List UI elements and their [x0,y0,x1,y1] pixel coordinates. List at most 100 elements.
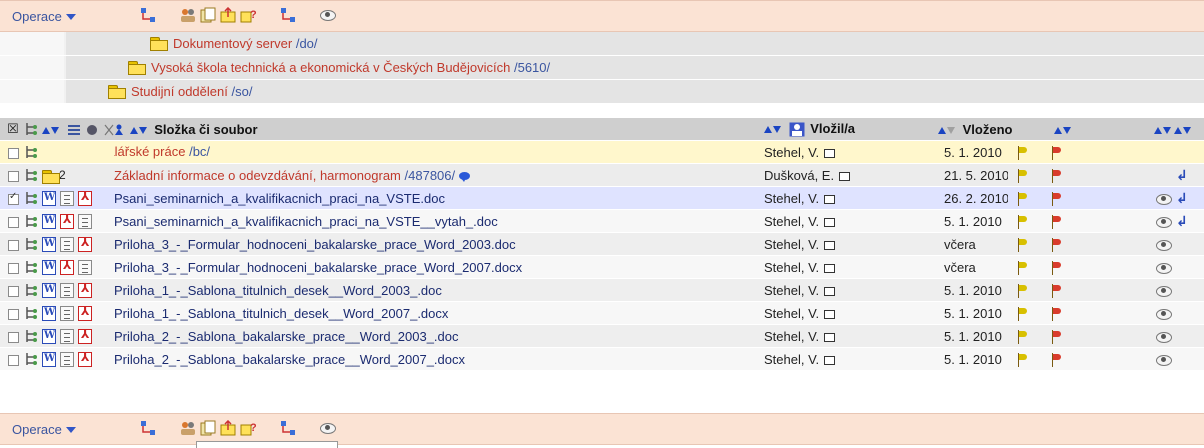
contact-icon[interactable] [819,306,836,321]
eye-icon[interactable] [320,9,336,21]
column-date[interactable]: Vloženo [963,122,1013,137]
flag-icon[interactable] [1016,191,1028,206]
eye-icon[interactable] [1156,354,1172,366]
flag-icon[interactable] [1016,352,1028,367]
column-name[interactable]: Složka či soubor [154,122,257,137]
eye-icon[interactable] [320,422,336,434]
contact-icon[interactable] [834,168,851,183]
document-icon[interactable] [60,352,74,368]
list-item[interactable]: Bakalářské práce /bc/ [114,144,210,159]
file-name[interactable]: Priloha_2_-_Sablona_bakalarske_prace__Wo… [114,329,459,344]
contact-icon[interactable] [819,260,836,275]
contact-icon[interactable] [824,240,836,250]
flag-icon[interactable] [1016,168,1028,183]
path-item-study-dept[interactable]: Studijní oddělení /so/ [108,84,252,99]
contact-icon[interactable] [819,283,836,298]
pdf-file-icon[interactable] [78,305,92,322]
flag-icon[interactable] [1016,237,1028,252]
folder-help-icon[interactable]: ? [240,420,256,436]
document-copy-icon[interactable] [200,420,216,436]
path-item-university[interactable]: Vysoká škola technická a ekonomická v Če… [128,60,550,75]
folder-upload-icon[interactable] [220,420,236,436]
flag-red-icon[interactable] [1050,352,1062,367]
author-name[interactable]: Stehel, V. [764,329,819,344]
select-all-checkbox[interactable]: ☒ [7,121,19,136]
tree-icon[interactable] [24,305,38,321]
row-checkbox[interactable] [8,239,19,251]
file-name[interactable]: Priloha_1_-_Sablona_titulnich_desek__Wor… [114,306,448,321]
pdf-file-icon[interactable] [78,351,92,368]
flag-icon[interactable] [1016,260,1028,275]
author-name[interactable]: Stehel, V. [764,306,819,321]
document-icon[interactable] [60,237,74,253]
folder-upload-icon[interactable] [220,7,236,23]
path-item-document-server[interactable]: Dokumentový server /do/ [150,36,318,51]
contact-icon[interactable] [824,217,836,227]
flag-icon[interactable] [1016,306,1028,321]
tree-icon[interactable] [24,213,38,229]
author-name[interactable]: Dušková, E. [764,168,834,183]
sort-date-arrows[interactable] [938,126,955,134]
tree-icon[interactable] [24,167,38,183]
contact-icon[interactable] [824,263,836,273]
word-file-icon[interactable] [42,191,56,207]
row-checkbox[interactable] [8,191,19,205]
file-name[interactable]: Psani_seminarnich_a_kvalifikacnich_praci… [114,191,445,206]
link-name[interactable]: Základní informace o odevzdávání, harmon… [114,168,401,183]
hook-icon[interactable]: ↲ [1176,213,1188,229]
tree-icon[interactable] [24,190,38,206]
flag-icon[interactable] [1016,329,1028,344]
tree-icon[interactable] [24,259,38,275]
structure-icon[interactable] [140,420,156,436]
author-name[interactable]: Stehel, V. [764,191,819,206]
operations-menu[interactable]: Operace [12,9,76,24]
author-name[interactable]: Stehel, V. [764,352,819,367]
contact-icon[interactable] [824,148,836,158]
contact-icon[interactable] [819,352,836,367]
contact-icon[interactable] [819,145,836,160]
contact-icon[interactable] [819,214,836,229]
flag-icon[interactable] [1016,145,1028,160]
flag-red-icon[interactable] [1050,214,1062,229]
file-name[interactable]: Priloha_3_-_Formular_hodnoceni_bakalarsk… [114,237,516,252]
contact-icon[interactable] [819,191,836,206]
pdf-file-icon[interactable] [60,213,74,230]
flag-red-icon[interactable] [1050,283,1062,298]
contact-icon[interactable] [824,332,836,342]
author-name[interactable]: Stehel, V. [764,145,819,160]
sort-author-arrows[interactable] [764,126,781,134]
person-sort-icon[interactable] [114,124,124,136]
author-name[interactable]: Stehel, V. [764,260,819,275]
hook-icon[interactable]: ↲ [1176,190,1188,206]
word-file-icon[interactable] [42,329,56,345]
column-author[interactable]: Vložil/a [810,121,855,136]
author-name[interactable]: Stehel, V. [764,283,819,298]
row-checkbox[interactable] [8,308,19,320]
flag-red-icon[interactable] [1050,329,1062,344]
tree-icon[interactable] [24,351,38,367]
row-checkbox[interactable] [8,331,19,343]
sort-actions-arrows[interactable] [1154,126,1191,134]
sort-flags-arrows[interactable] [1054,126,1071,134]
flag-red-icon[interactable] [1050,260,1062,275]
document-icon[interactable] [60,191,74,207]
flag-icon[interactable] [1016,214,1028,229]
folder-name[interactable]: Bakalářské práce [114,144,185,159]
word-file-icon[interactable] [42,237,56,253]
flag-red-icon[interactable] [1050,237,1062,252]
row-checkbox[interactable] [8,216,19,228]
tree-icon[interactable] [24,121,38,137]
eye-icon[interactable] [1156,308,1172,320]
eye-icon[interactable] [1156,239,1172,251]
people-icon[interactable] [180,7,196,23]
contact-icon[interactable] [824,194,836,204]
structure-icon[interactable] [280,7,296,23]
filter-icon[interactable] [104,124,114,136]
row-checkbox[interactable] [8,285,19,297]
tree-icon[interactable] [24,282,38,298]
row-checkbox[interactable] [8,147,19,159]
eye-icon[interactable] [1156,193,1172,205]
pdf-file-icon[interactable] [78,328,92,345]
document-icon[interactable] [60,306,74,322]
document-icon[interactable] [60,329,74,345]
